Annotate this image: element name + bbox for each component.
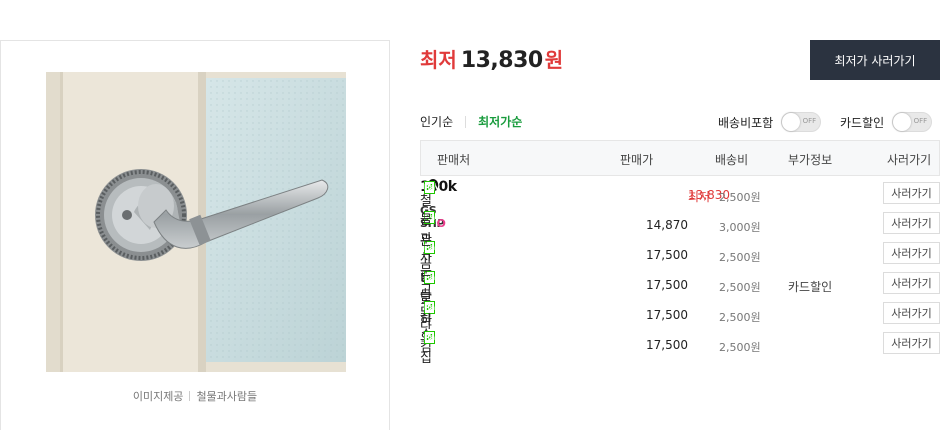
header-price: 판매가 <box>620 153 654 167</box>
shipping-cell: 2,500원 <box>719 311 761 324</box>
table-row: GS SHOP NPay 14,870 3,000원 사러가기 <box>420 204 940 240</box>
price-cell: 17,500 <box>646 338 688 352</box>
price-cell: 14,870 <box>646 218 688 232</box>
card-discount-toggle[interactable]: OFF <box>892 112 933 132</box>
lowest-price-value: 13,830 <box>460 48 543 73</box>
toggle-knob <box>782 113 801 131</box>
shipping-included-toggle[interactable]: OFF <box>781 112 822 132</box>
credit-divider <box>189 391 191 401</box>
table-header: 판매처 판매가 배송비 부가정보 사러가기 <box>420 140 940 176</box>
door-handle-image <box>46 72 346 372</box>
tab-lowest-price[interactable]: 최저가순 <box>478 113 522 130</box>
buy-button[interactable]: 사러가기 <box>883 242 940 264</box>
sort-tabs: 인기순 최저가순 <box>420 113 522 130</box>
card-filter-label: 카드할인 <box>840 115 885 130</box>
image-credit: 이미지제공 철물과사람들 <box>1 388 389 404</box>
table-row: 문고리닷컴 NPay 17,500 2,500원 카드할인 사러가기 <box>420 234 940 325</box>
seller-table: 판매처 판매가 배송비 부가정보 사러가기 100k NPay 최저13,830… <box>420 140 940 366</box>
header-shipping: 배송비 <box>715 153 749 167</box>
shipping-cell: 2,500원 <box>719 191 761 204</box>
product-image-panel: 이미지제공 철물과사람들 <box>0 40 390 430</box>
table-row: 100k NPay 최저13,830 2,500원 사러가기 <box>420 179 940 210</box>
shipping-filter: 배송비포함 OFF <box>718 112 822 132</box>
header-buy: 사러가기 <box>887 153 932 167</box>
buy-lowest-price-button[interactable]: 최저가 사러가기 <box>810 40 940 80</box>
product-photo[interactable] <box>46 72 346 372</box>
lowest-price-unit: 원 <box>544 48 564 72</box>
table-row: 문고리닷컴 NPay 17,500 2,500원 사러가기 <box>420 264 940 355</box>
price-cell: 17,500 <box>646 248 688 262</box>
shipping-cell: 3,000원 <box>719 221 761 234</box>
table-row: 하우집 NPay 17,500 2,500원 사러가기 <box>420 313 940 366</box>
header-extra-info: 부가정보 <box>788 153 833 167</box>
card-filter: 카드할인 OFF <box>840 112 933 132</box>
toggle-state: OFF <box>913 117 928 125</box>
toggle-knob <box>893 113 912 131</box>
toggle-state: OFF <box>802 117 817 125</box>
buy-button[interactable]: 사러가기 <box>883 182 940 204</box>
shipping-cell: 2,500원 <box>719 281 761 294</box>
tab-popularity[interactable]: 인기순 <box>420 113 453 130</box>
credit-label: 이미지제공 <box>132 390 184 403</box>
price-cell: 17,500 <box>646 308 688 322</box>
shipping-cell: 2,500원 <box>719 251 761 264</box>
price-cell: 17,500 <box>646 278 688 292</box>
credit-source[interactable]: 철물과사람들 <box>196 390 257 403</box>
buy-button[interactable]: 사러가기 <box>883 332 940 354</box>
extra-info-cell: 카드할인 <box>788 280 833 294</box>
buy-button[interactable]: 사러가기 <box>883 212 940 234</box>
tab-divider <box>465 115 467 128</box>
shipping-cell: 2,500원 <box>719 341 761 354</box>
header-seller: 판매처 <box>437 153 471 167</box>
npay-badge: N Pay <box>424 330 441 344</box>
table-row: 철물과사람들 NPay 17,500 2,500원 사러가기 <box>420 194 940 304</box>
buy-button[interactable]: 사러가기 <box>883 272 940 294</box>
shipping-filter-label: 배송비포함 <box>718 115 774 130</box>
buy-button[interactable]: 사러가기 <box>883 302 940 324</box>
lowest-price-prefix: 최저 <box>420 48 457 72</box>
lowest-price-summary: 최저 13,830 원 <box>420 44 563 73</box>
